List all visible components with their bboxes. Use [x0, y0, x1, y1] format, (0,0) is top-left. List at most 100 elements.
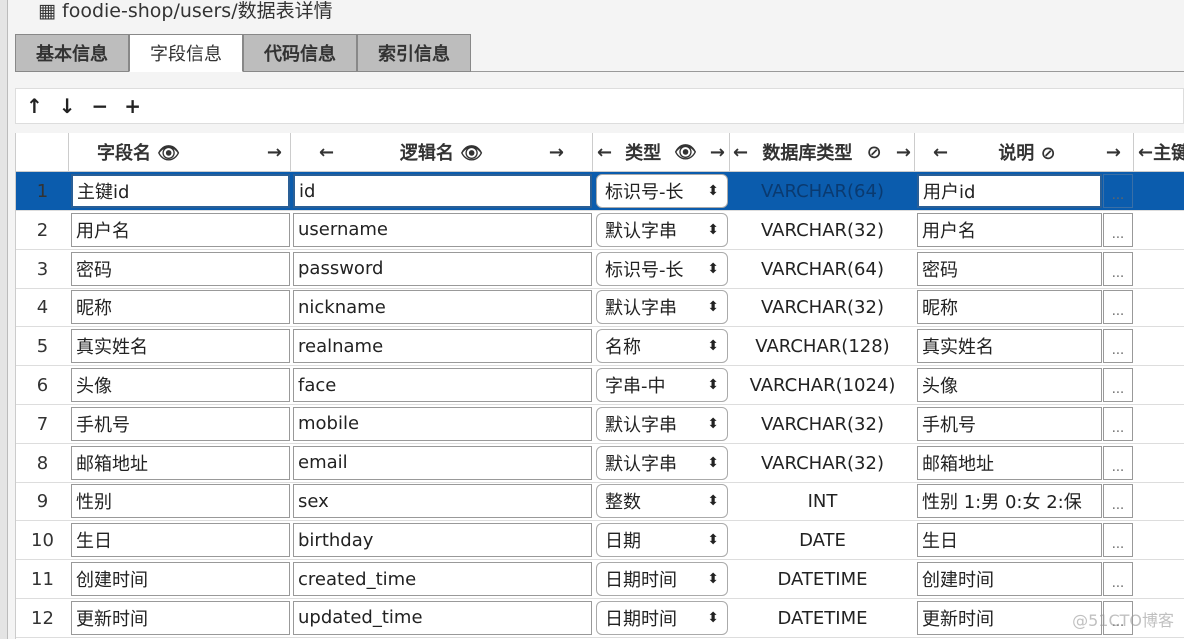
row-number[interactable]: 10	[16, 521, 69, 560]
remove-row-button[interactable]: −	[92, 94, 109, 118]
logical-name-input[interactable]: nickname	[293, 290, 592, 325]
header-db-type[interactable]: ← 数据库类型 ⊘ →	[730, 133, 915, 172]
description-input[interactable]: 头像	[917, 368, 1102, 402]
table-row[interactable]: 10 生日 birthday 日期 ⬍ DATE 生日 ...	[16, 521, 1184, 561]
description-input[interactable]: 密码	[917, 251, 1102, 286]
table-row[interactable]: 6 头像 face 字串-中 ⬍ VARCHAR(1024) 头像 ...	[16, 366, 1184, 405]
table-row[interactable]: 2 用户名 username 默认字串 ⬍ VARCHAR(32) 用户名 ...	[16, 211, 1184, 250]
table-row[interactable]: 4 昵称 nickname 默认字串 ⬍ VARCHAR(32) 昵称 ...	[16, 288, 1184, 328]
row-number[interactable]: 5	[16, 327, 69, 366]
eye-off-icon[interactable]: ⊘	[1041, 143, 1056, 164]
field-name-input[interactable]: 头像	[71, 368, 290, 402]
type-select[interactable]: 日期时间 ⬍	[596, 600, 728, 635]
more-button[interactable]: ...	[1103, 368, 1133, 402]
table-row[interactable]: 8 邮箱地址 email 默认字串 ⬍ VARCHAR(32) 邮箱地址 ...	[16, 444, 1184, 483]
arrow-right-icon[interactable]: →	[549, 142, 564, 163]
tab-basic-info[interactable]: 基本信息	[15, 34, 129, 72]
row-number[interactable]: 9	[16, 482, 69, 521]
header-primary-key[interactable]: ←主键	[1134, 133, 1184, 172]
arrow-left-icon[interactable]: ←	[597, 142, 612, 163]
type-select[interactable]: 标识号-长 ⬍	[596, 251, 728, 286]
tab-field-info[interactable]: 字段信息	[129, 34, 243, 72]
table-row[interactable]: 11 创建时间 created_time 日期时间 ⬍ DATETIME 创建时间…	[16, 560, 1184, 599]
field-name-input[interactable]: 手机号	[71, 406, 290, 441]
row-number[interactable]: 2	[16, 211, 69, 250]
more-button[interactable]: ...	[1103, 562, 1133, 596]
more-button[interactable]: ...	[1103, 174, 1133, 208]
type-select[interactable]: 默认字串 ⬍	[596, 445, 728, 480]
more-button[interactable]: ...	[1103, 445, 1133, 480]
tab-code-info[interactable]: 代码信息	[243, 34, 357, 72]
field-name-input[interactable]: 更新时间	[71, 600, 290, 635]
eye-off-icon[interactable]: ⊘	[867, 142, 882, 163]
more-button[interactable]: ...	[1103, 251, 1133, 286]
row-number[interactable]: 8	[16, 444, 69, 483]
header-logical-name[interactable]: ← 逻辑名 👁 →	[291, 133, 593, 172]
row-number[interactable]: 4	[16, 288, 69, 327]
field-name-input[interactable]: 创建时间	[71, 562, 290, 596]
eye-icon[interactable]: 👁	[674, 142, 697, 163]
logical-name-input[interactable]: sex	[293, 484, 592, 519]
table-row[interactable]: 3 密码 password 标识号-长 ⬍ VARCHAR(64) 密码 ...	[16, 250, 1184, 289]
description-input[interactable]: 真实姓名	[917, 329, 1102, 364]
row-number[interactable]: 7	[16, 405, 69, 444]
field-name-input[interactable]: 主键id	[71, 174, 290, 208]
row-number[interactable]: 3	[16, 250, 69, 289]
arrow-right-icon[interactable]: →	[1106, 142, 1121, 163]
logical-name-input[interactable]: realname	[293, 329, 592, 364]
type-select[interactable]: 默认字串 ⬍	[596, 406, 728, 441]
header-field-name[interactable]: 字段名 👁 →	[69, 133, 291, 172]
description-input[interactable]: 用户名	[917, 212, 1102, 247]
field-name-input[interactable]: 生日	[71, 523, 290, 558]
type-select[interactable]: 日期时间 ⬍	[596, 562, 728, 596]
more-button[interactable]: ...	[1103, 329, 1133, 364]
type-select[interactable]: 默认字串 ⬍	[596, 290, 728, 325]
arrow-left-icon[interactable]: ←	[733, 142, 748, 163]
description-input[interactable]: 生日	[917, 523, 1102, 558]
arrow-left-icon[interactable]: ←	[1138, 142, 1153, 163]
row-number[interactable]: 11	[16, 560, 69, 599]
description-input[interactable]: 邮箱地址	[917, 445, 1102, 480]
logical-name-input[interactable]: mobile	[293, 406, 592, 441]
type-select[interactable]: 日期 ⬍	[596, 523, 728, 558]
description-input[interactable]: 用户id	[917, 174, 1102, 208]
logical-name-input[interactable]: email	[293, 445, 592, 480]
move-up-button[interactable]: ↑	[26, 94, 43, 118]
logical-name-input[interactable]: birthday	[293, 523, 592, 558]
table-row[interactable]: 12 更新时间 updated_time 日期时间 ⬍ DATETIME 更新时间…	[16, 599, 1184, 638]
arrow-left-icon[interactable]: ←	[319, 142, 334, 163]
type-select[interactable]: 默认字串 ⬍	[596, 212, 728, 247]
more-button[interactable]: ...	[1103, 484, 1133, 519]
tab-index-info[interactable]: 索引信息	[357, 34, 471, 72]
table-row[interactable]: 7 手机号 mobile 默认字串 ⬍ VARCHAR(32) 手机号 ...	[16, 405, 1184, 444]
add-row-button[interactable]: +	[124, 94, 141, 118]
field-name-input[interactable]: 用户名	[71, 212, 290, 247]
field-name-input[interactable]: 邮箱地址	[71, 445, 290, 480]
move-down-button[interactable]: ↓	[59, 94, 76, 118]
arrow-right-icon[interactable]: →	[896, 142, 911, 163]
arrow-left-icon[interactable]: ←	[933, 142, 948, 163]
arrow-right-icon[interactable]: →	[710, 142, 725, 163]
type-select[interactable]: 名称 ⬍	[596, 329, 728, 364]
logical-name-input[interactable]: created_time	[293, 562, 592, 596]
eye-icon[interactable]: 👁	[460, 143, 483, 164]
row-number[interactable]: 1	[16, 172, 69, 211]
row-number[interactable]: 6	[16, 366, 69, 405]
logical-name-input[interactable]: updated_time	[293, 600, 592, 635]
field-name-input[interactable]: 密码	[71, 251, 290, 286]
field-name-input[interactable]: 真实姓名	[71, 329, 290, 364]
more-button[interactable]: ...	[1103, 406, 1133, 441]
description-input[interactable]: 昵称	[917, 290, 1102, 325]
arrow-right-icon[interactable]: →	[267, 142, 282, 163]
logical-name-input[interactable]: id	[293, 174, 592, 208]
type-select[interactable]: 整数 ⬍	[596, 484, 728, 519]
table-row[interactable]: 1 主键id id 标识号-长 ⬍ VARCHAR(64) 用户id ...	[16, 172, 1184, 211]
table-row[interactable]: 5 真实姓名 realname 名称 ⬍ VARCHAR(128) 真实姓名 ..…	[16, 327, 1184, 367]
type-select[interactable]: 字串-中 ⬍	[596, 368, 728, 402]
logical-name-input[interactable]: username	[293, 212, 592, 247]
table-row[interactable]: 9 性别 sex 整数 ⬍ INT 性别 1:男 0:女 2:保 ...	[16, 482, 1184, 522]
logical-name-input[interactable]: face	[293, 368, 592, 402]
more-button[interactable]: ...	[1103, 290, 1133, 325]
more-button[interactable]: ...	[1103, 523, 1133, 558]
description-input[interactable]: 手机号	[917, 406, 1102, 441]
